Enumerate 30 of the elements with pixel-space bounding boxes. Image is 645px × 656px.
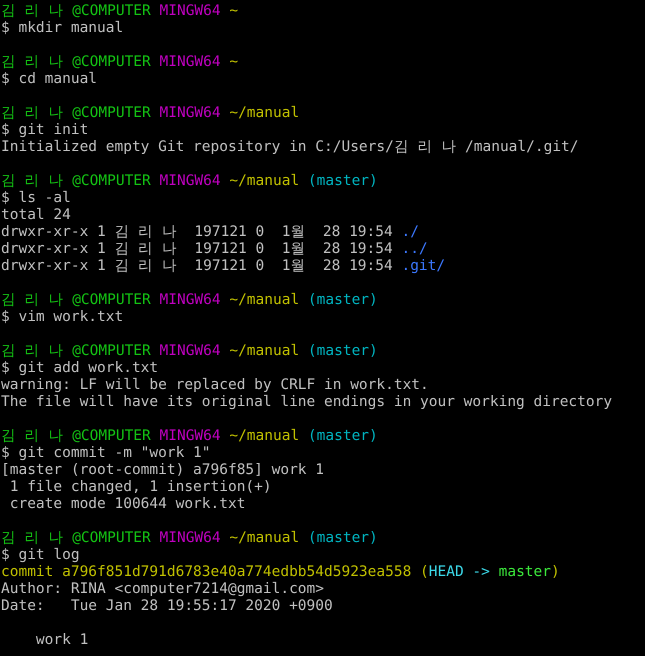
output-line: The file will have its original line endings in your working directory xyxy=(1,394,612,411)
command-line: $ git init xyxy=(1,122,88,139)
command-line: $ cd manual xyxy=(1,71,98,88)
output-line: Initialized empty Git repository in C:/Users/김 리 나 /manual/.git/ xyxy=(1,139,579,156)
command-line: $ mkdir manual xyxy=(1,20,124,37)
command-line: $ ls -al xyxy=(1,190,71,207)
prompt-line: 김 리 나 @COMPUTER MINGW64 ~/manual (master) xyxy=(1,428,378,445)
output-line: work 1 xyxy=(34,632,88,649)
output-line: Author: RINA <computer7214@gmail.com> xyxy=(1,581,324,598)
output-line: drwxr-xr-x 1 김 리 나 197121 0 1월 28 19:54 ./ xyxy=(1,224,419,241)
prompt-line: 김 리 나 @COMPUTER MINGW64 ~ xyxy=(1,54,238,71)
prompt-line: 김 리 나 @COMPUTER MINGW64 ~/manual (master) xyxy=(1,292,378,309)
output-line: create mode 100644 work.txt xyxy=(8,496,246,513)
output-line: Date: Tue Jan 28 19:55:17 2020 +0900 xyxy=(1,598,333,615)
command-line: $ git commit -m "work 1" xyxy=(1,445,211,462)
output-line: total 24 xyxy=(1,207,71,224)
prompt-line: 김 리 나 @COMPUTER MINGW64 ~/manual (master) xyxy=(1,343,378,360)
output-line: drwxr-xr-x 1 김 리 나 197121 0 1월 28 19:54 .git/ xyxy=(1,258,446,275)
command-line: $ git log xyxy=(1,547,80,564)
command-line: $ vim work.txt xyxy=(1,309,124,326)
command-line: $ git add work.txt xyxy=(1,360,158,377)
prompt-line: 김 리 나 @COMPUTER MINGW64 ~/manual xyxy=(1,105,300,122)
prompt-line: 김 리 나 @COMPUTER MINGW64 ~/manual (master) xyxy=(1,530,378,547)
prompt-line: 김 리 나 @COMPUTER MINGW64 ~ xyxy=(1,3,238,20)
output-line: [master (root-commit) a796f85] work 1 xyxy=(1,462,324,479)
output-line: warning: LF will be replaced by CRLF in work.txt. xyxy=(1,377,429,394)
output-line: 1 file changed, 1 insertion(+) xyxy=(8,479,272,496)
prompt-line: 김 리 나 @COMPUTER MINGW64 ~/manual (master) xyxy=(1,173,378,190)
output-line: commit a796f851d791d6783e40a774edbb54d5923ea558 (HEAD -> master) xyxy=(1,564,560,581)
output-line: drwxr-xr-x 1 김 리 나 197121 0 1월 28 19:54 ../ xyxy=(1,241,428,258)
